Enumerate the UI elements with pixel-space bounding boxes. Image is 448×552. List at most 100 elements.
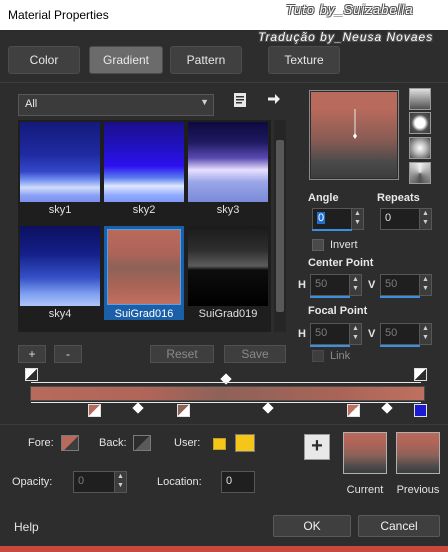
spin-arrows-icon[interactable]: ▲ ▼ bbox=[114, 472, 126, 492]
remove-gradient-button[interactable]: - bbox=[54, 345, 82, 363]
tab-pattern[interactable]: Pattern bbox=[170, 46, 242, 74]
spin-arrows-icon[interactable]: ▲ ▼ bbox=[349, 275, 361, 295]
link-checkbox[interactable] bbox=[312, 350, 324, 362]
current-label: Current bbox=[346, 484, 384, 496]
radial-style-button[interactable] bbox=[409, 162, 431, 184]
gradient-item-label: SuiGrad016 bbox=[114, 308, 174, 320]
fore-stop-swatch[interactable] bbox=[61, 435, 79, 451]
bottom-accent-strip bbox=[0, 546, 448, 552]
center-h-label: H bbox=[298, 279, 306, 291]
gradient-item-suigrad019[interactable]: SuiGrad019 bbox=[188, 226, 268, 320]
category-dropdown[interactable]: All ▼ bbox=[18, 94, 214, 116]
gradient-item-suigrad016[interactable]: SuiGrad016 bbox=[104, 226, 184, 320]
opacity-input[interactable]: 0 ▲ ▼ bbox=[73, 471, 127, 493]
current-swatch[interactable] bbox=[343, 432, 387, 474]
repeats-input[interactable]: 0 ▲ ▼ bbox=[380, 208, 432, 230]
center-v-input[interactable]: 50 ▲ ▼ bbox=[380, 274, 432, 296]
focal-h-slider[interactable] bbox=[310, 345, 350, 347]
focal-h-value: 50 bbox=[315, 327, 328, 339]
spin-arrows-icon[interactable]: ▲ ▼ bbox=[419, 324, 431, 344]
previous-label: Previous bbox=[396, 484, 440, 496]
angle-label: Angle bbox=[308, 192, 339, 204]
location-value: 0 bbox=[226, 475, 233, 487]
user-color-swatch[interactable] bbox=[235, 434, 255, 452]
center-h-slider[interactable] bbox=[310, 296, 350, 298]
invert-label: Invert bbox=[330, 239, 358, 251]
add-to-swatches-button[interactable]: + bbox=[304, 434, 330, 460]
ok-button[interactable]: OK bbox=[273, 515, 351, 537]
gradient-item-sky4[interactable]: sky4 bbox=[20, 226, 100, 320]
gradient-thumbnail bbox=[188, 122, 268, 202]
gradient-thumbnail bbox=[20, 122, 100, 202]
gradient-item-label: sky4 bbox=[48, 308, 72, 320]
reset-button[interactable]: Reset bbox=[150, 345, 214, 363]
angle-handle-icon[interactable] bbox=[348, 109, 362, 143]
document-icon[interactable] bbox=[232, 92, 248, 110]
color-stop-end[interactable] bbox=[414, 404, 427, 417]
tab-separator bbox=[0, 82, 448, 83]
angle-slider[interactable] bbox=[312, 229, 352, 231]
location-label: Location: bbox=[157, 476, 202, 488]
tab-texture[interactable]: Texture bbox=[268, 46, 340, 74]
spin-arrows-icon[interactable]: ▲ ▼ bbox=[419, 275, 431, 295]
section-divider bbox=[0, 424, 448, 425]
focal-v-slider[interactable] bbox=[380, 345, 420, 347]
focal-v-value: 50 bbox=[385, 327, 398, 339]
color-stop-1[interactable] bbox=[88, 404, 101, 417]
category-selected: All bbox=[25, 98, 38, 110]
gradient-item-label: sky2 bbox=[132, 204, 156, 216]
gradient-preview[interactable] bbox=[309, 90, 399, 180]
spin-arrows-icon[interactable]: ▲ ▼ bbox=[349, 324, 361, 344]
rectangular-style-button[interactable] bbox=[409, 112, 431, 134]
tab-color[interactable]: Color bbox=[8, 46, 80, 74]
arrow-right-icon[interactable] bbox=[266, 92, 282, 110]
invert-checkbox[interactable] bbox=[312, 239, 324, 251]
center-v-value: 50 bbox=[385, 278, 398, 290]
gradient-item-sky2[interactable]: sky2 bbox=[104, 122, 184, 216]
gradient-item-sky1[interactable]: sky1 bbox=[20, 122, 100, 216]
spin-arrows-icon[interactable]: ▲ ▼ bbox=[351, 209, 363, 229]
focal-point-label: Focal Point bbox=[308, 305, 368, 317]
spin-arrows-icon[interactable]: ▲ ▼ bbox=[419, 209, 431, 229]
gradient-bar[interactable] bbox=[30, 386, 425, 401]
opacity-value: 0 bbox=[78, 475, 85, 487]
watermark-tutorial: Tuto by_Suizabella bbox=[286, 2, 414, 17]
gradient-thumbnail bbox=[188, 226, 268, 306]
scrollbar-thumb[interactable] bbox=[276, 140, 284, 312]
focal-v-input[interactable]: 50 ▲ ▼ bbox=[380, 323, 432, 345]
angle-input[interactable]: 0 ▲ ▼ bbox=[312, 208, 364, 230]
back-stop-swatch[interactable] bbox=[133, 435, 151, 451]
window-title: Material Properties bbox=[8, 8, 109, 22]
focal-v-label: V bbox=[368, 328, 376, 340]
color-track bbox=[31, 402, 421, 403]
cancel-button[interactable]: Cancel bbox=[358, 515, 440, 537]
opacity-label: Opacity: bbox=[12, 476, 53, 488]
color-stop-2[interactable] bbox=[177, 404, 190, 417]
gradient-thumbnail bbox=[104, 122, 184, 202]
center-v-slider[interactable] bbox=[380, 296, 420, 298]
user-radio[interactable] bbox=[213, 438, 226, 450]
color-stop-3[interactable] bbox=[347, 404, 360, 417]
chevron-down-icon: ▼ bbox=[200, 97, 209, 107]
linear-style-button[interactable] bbox=[409, 88, 431, 110]
focal-h-input[interactable]: 50 ▲ ▼ bbox=[310, 323, 362, 345]
previous-swatch[interactable] bbox=[396, 432, 440, 474]
transparency-stop-end[interactable] bbox=[414, 368, 427, 381]
watermark-translation: Tradução by_Neusa Novaes bbox=[258, 30, 434, 44]
transparency-stop-start[interactable] bbox=[25, 368, 38, 381]
transparency-track bbox=[31, 382, 421, 383]
help-link[interactable]: Help bbox=[14, 520, 39, 534]
fore-label: Fore: bbox=[28, 437, 54, 449]
tab-gradient[interactable]: Gradient bbox=[89, 46, 163, 74]
location-input[interactable]: 0 bbox=[221, 471, 255, 493]
sunburst-style-button[interactable] bbox=[409, 137, 431, 159]
back-label: Back: bbox=[99, 437, 127, 449]
gradient-item-sky3[interactable]: sky3 bbox=[188, 122, 268, 216]
gradient-library: sky1 sky2 sky3 sky4 SuiGrad016 SuiGrad01… bbox=[18, 120, 271, 332]
save-button[interactable]: Save bbox=[224, 345, 286, 363]
add-gradient-button[interactable]: + bbox=[18, 345, 46, 363]
repeats-label: Repeats bbox=[377, 192, 420, 204]
focal-h-label: H bbox=[298, 328, 306, 340]
center-point-label: Center Point bbox=[308, 257, 374, 269]
center-h-input[interactable]: 50 ▲ ▼ bbox=[310, 274, 362, 296]
